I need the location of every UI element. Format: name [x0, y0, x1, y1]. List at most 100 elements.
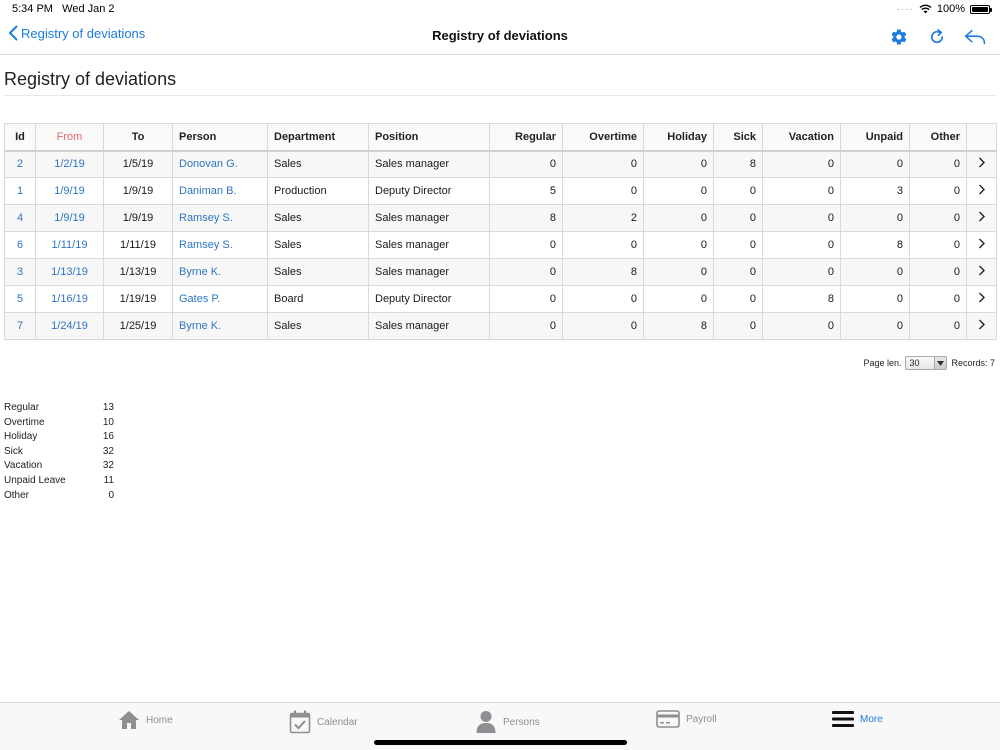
cell-to: 1/5/19 — [103, 150, 173, 178]
refresh-button[interactable] — [926, 26, 948, 48]
cell-from[interactable]: 1/24/19 — [35, 312, 104, 340]
reply-button[interactable] — [964, 26, 986, 48]
cell-holiday: 0 — [643, 231, 714, 259]
column-header-vacation[interactable]: Vacation — [762, 123, 841, 152]
cell-person[interactable]: Donovan G. — [172, 150, 268, 178]
cell-person[interactable]: Ramsey S. — [172, 204, 268, 232]
back-button-label: Registry of deviations — [21, 25, 146, 41]
cell-person[interactable]: Byrne K. — [172, 312, 268, 340]
row-open-button[interactable] — [966, 258, 997, 286]
calendar-icon — [289, 710, 311, 734]
cell-holiday: 0 — [643, 285, 714, 313]
tab-home-label: Home — [146, 714, 173, 726]
cell-unpaid: 0 — [840, 204, 910, 232]
table-row[interactable]: 1 1/9/19 1/9/19 Daniman B. Production De… — [4, 177, 997, 205]
cell-sick: 0 — [713, 204, 763, 232]
cell-department: Board — [267, 285, 369, 313]
settings-button[interactable] — [888, 26, 910, 48]
summary-value: 11 — [103, 474, 114, 486]
cell-other: 0 — [909, 150, 967, 178]
home-indicator — [374, 740, 627, 745]
column-header-unpaid[interactable]: Unpaid — [840, 123, 910, 152]
summary-row: Vacation 32 — [4, 459, 114, 474]
cell-id[interactable]: 2 — [4, 150, 36, 178]
cell-overtime: 0 — [562, 231, 644, 259]
page-length-select[interactable]: 30 — [905, 356, 948, 370]
cell-position: Sales manager — [368, 312, 490, 340]
summary-row: Overtime 10 — [4, 416, 114, 431]
back-button[interactable]: Registry of deviations — [8, 25, 145, 41]
column-header-overtime[interactable]: Overtime — [562, 123, 644, 152]
tab-home[interactable]: Home — [118, 710, 173, 730]
tab-more[interactable]: More — [832, 710, 883, 728]
cell-person[interactable]: Daniman B. — [172, 177, 268, 205]
table-row[interactable]: 2 1/2/19 1/5/19 Donovan G. Sales Sales m… — [4, 150, 997, 178]
summary-value: 16 — [102, 431, 114, 443]
cell-regular: 0 — [489, 150, 563, 178]
column-header-position[interactable]: Position — [368, 123, 490, 152]
cell-id[interactable]: 6 — [4, 231, 36, 259]
table-row[interactable]: 5 1/16/19 1/19/19 Gates P. Board Deputy … — [4, 285, 997, 313]
cell-sick: 0 — [713, 312, 763, 340]
row-open-button[interactable] — [966, 204, 997, 232]
cell-sick: 8 — [713, 150, 763, 178]
caret-down-icon — [934, 357, 947, 369]
cell-overtime: 0 — [562, 177, 644, 205]
table-row[interactable]: 4 1/9/19 1/9/19 Ramsey S. Sales Sales ma… — [4, 204, 997, 232]
status-bar: 5:34 PM Wed Jan 2 ···· 100% — [0, 0, 1000, 18]
table-row[interactable]: 7 1/24/19 1/25/19 Byrne K. Sales Sales m… — [4, 312, 997, 340]
cell-unpaid: 8 — [840, 231, 910, 259]
cell-id[interactable]: 1 — [4, 177, 36, 205]
row-open-button[interactable] — [966, 150, 997, 178]
cell-other: 0 — [909, 258, 967, 286]
cell-id[interactable]: 5 — [4, 285, 36, 313]
row-open-button[interactable] — [966, 177, 997, 205]
column-header-to[interactable]: To — [103, 123, 173, 152]
cell-regular: 8 — [489, 204, 563, 232]
cell-vacation: 0 — [762, 177, 841, 205]
cell-department: Sales — [267, 258, 369, 286]
title-divider — [4, 95, 996, 96]
row-open-button[interactable] — [966, 312, 997, 340]
cell-id[interactable]: 3 — [4, 258, 36, 286]
summary-row: Holiday 16 — [4, 430, 114, 445]
tab-calendar[interactable]: Calendar — [289, 710, 358, 734]
column-header-from[interactable]: From — [35, 123, 104, 152]
cell-from[interactable]: 1/11/19 — [35, 231, 104, 259]
cell-id[interactable]: 7 — [4, 312, 36, 340]
cell-person[interactable]: Gates P. — [172, 285, 268, 313]
cell-from[interactable]: 1/2/19 — [35, 150, 104, 178]
column-header-regular[interactable]: Regular — [489, 123, 563, 152]
cell-person[interactable]: Byrne K. — [172, 258, 268, 286]
cell-sick: 0 — [713, 177, 763, 205]
summary-label: Sick — [4, 445, 23, 457]
cell-position: Deputy Director — [368, 177, 490, 205]
column-header-person[interactable]: Person — [172, 123, 268, 152]
cell-id[interactable]: 4 — [4, 204, 36, 232]
row-open-button[interactable] — [966, 285, 997, 313]
cell-from[interactable]: 1/13/19 — [35, 258, 104, 286]
row-open-button[interactable] — [966, 231, 997, 259]
navigation-bar: Registry of deviations Registry of devia… — [0, 18, 1000, 55]
tab-persons[interactable]: Persons — [475, 710, 540, 734]
column-header-department[interactable]: Department — [267, 123, 369, 152]
column-header-holiday[interactable]: Holiday — [643, 123, 714, 152]
column-header-id[interactable]: Id — [4, 123, 36, 152]
table-row[interactable]: 6 1/11/19 1/11/19 Ramsey S. Sales Sales … — [4, 231, 997, 259]
cell-from[interactable]: 1/9/19 — [35, 177, 104, 205]
summary-value: 0 — [108, 489, 114, 501]
cell-sick: 0 — [713, 231, 763, 259]
cell-from[interactable]: 1/9/19 — [35, 204, 104, 232]
column-header-other[interactable]: Other — [909, 123, 967, 152]
records-count: Records: 7 — [951, 358, 995, 368]
table-row[interactable]: 3 1/13/19 1/13/19 Byrne K. Sales Sales m… — [4, 258, 997, 286]
page-length-value: 30 — [909, 358, 920, 368]
nav-actions — [888, 26, 986, 48]
cell-from[interactable]: 1/16/19 — [35, 285, 104, 313]
tab-persons-label: Persons — [503, 716, 540, 728]
cell-person[interactable]: Ramsey S. — [172, 231, 268, 259]
menu-icon — [832, 711, 854, 727]
tab-payroll[interactable]: Payroll — [656, 710, 717, 728]
column-header-sick[interactable]: Sick — [713, 123, 763, 152]
summary-value: 32 — [102, 445, 114, 457]
